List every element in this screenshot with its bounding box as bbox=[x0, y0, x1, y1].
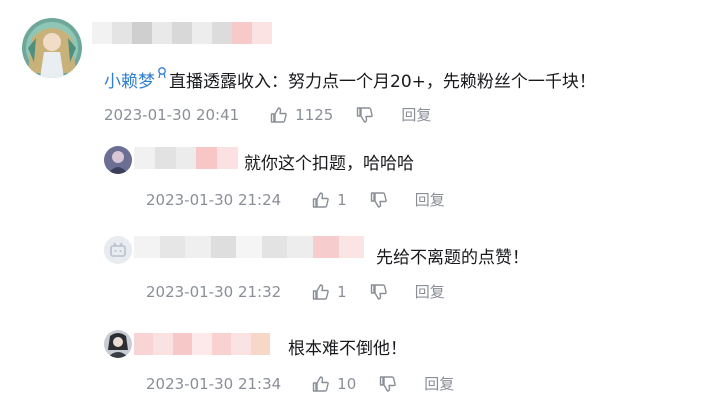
thumbs-up-icon bbox=[270, 106, 287, 123]
reply-2-avatar[interactable] bbox=[104, 236, 132, 264]
reply-2-content: 先给不离题的点赞！ bbox=[376, 248, 529, 268]
up-badge-icon bbox=[158, 67, 166, 79]
reply-3-dislike-button[interactable] bbox=[378, 374, 398, 394]
reply-1-dislike-button[interactable] bbox=[369, 190, 389, 210]
main-comment-meta: 2023-01-30 20:41 1125 回复 bbox=[104, 104, 431, 125]
avatar-image bbox=[104, 146, 132, 174]
reply-2-censored-username bbox=[134, 236, 365, 258]
reply-3-avatar[interactable] bbox=[104, 330, 132, 358]
main-comment-content: 直播透露收入：努力点一个月20+，先赖粉丝个一千块！ bbox=[169, 72, 596, 92]
main-avatar[interactable] bbox=[22, 18, 82, 78]
avatar-image bbox=[104, 330, 132, 358]
avatar-anime-girl-image bbox=[22, 18, 82, 78]
reply-3-reply-button[interactable]: 回复 bbox=[424, 373, 454, 394]
reply-2-like-count: 1 bbox=[337, 282, 347, 301]
reply-1-time: 2023-01-30 21:24 bbox=[146, 190, 282, 209]
reply-3-content: 根本难不倒他！ bbox=[288, 339, 407, 359]
main-like-count: 1125 bbox=[295, 105, 334, 124]
reply-1-like-count: 1 bbox=[337, 190, 347, 209]
main-dislike-button[interactable] bbox=[355, 105, 375, 125]
reply-1-content: 就你这个扣题，哈哈哈 bbox=[244, 154, 414, 174]
reply-3-like-count: 10 bbox=[337, 374, 357, 393]
reply-2-dislike-button[interactable] bbox=[369, 282, 389, 302]
thumbs-up-icon bbox=[312, 283, 329, 300]
main-reply-button[interactable]: 回复 bbox=[401, 104, 431, 125]
reply-2-reply-button[interactable]: 回复 bbox=[415, 281, 445, 302]
main-comment-censored-header bbox=[92, 22, 272, 44]
reply-2-time: 2023-01-30 21:32 bbox=[146, 282, 282, 301]
reply-3-censored-username bbox=[134, 333, 270, 355]
thumbs-up-icon bbox=[312, 191, 329, 208]
default-tv-avatar-icon bbox=[104, 236, 132, 264]
reply-2-like-button[interactable]: 1 bbox=[311, 282, 347, 302]
thumbs-down-icon bbox=[357, 106, 374, 123]
reply-2-meta: 2023-01-30 21:32 1 回复 bbox=[146, 281, 445, 302]
reply-1-censored-username bbox=[134, 147, 238, 169]
main-comment-line: 小赖梦 直播透露收入：努力点一个月20+，先赖粉丝个一千块！ bbox=[104, 67, 596, 92]
reply-1-meta: 2023-01-30 21:24 1 回复 bbox=[146, 189, 445, 210]
reply-1-avatar[interactable] bbox=[104, 146, 132, 174]
thumbs-down-icon bbox=[370, 191, 387, 208]
thumbs-down-icon bbox=[380, 375, 397, 392]
reply-3-meta: 2023-01-30 21:34 10 回复 bbox=[146, 373, 454, 394]
reply-1-reply-button[interactable]: 回复 bbox=[415, 189, 445, 210]
thumbs-down-icon bbox=[370, 283, 387, 300]
reply-3-time: 2023-01-30 21:34 bbox=[146, 374, 282, 393]
reply-3-like-button[interactable]: 10 bbox=[311, 374, 356, 394]
main-comment-time: 2023-01-30 20:41 bbox=[104, 105, 240, 124]
thumbs-up-icon bbox=[312, 375, 329, 392]
main-like-button[interactable]: 1125 bbox=[269, 105, 333, 125]
main-username[interactable]: 小赖梦 bbox=[104, 72, 155, 92]
reply-1-like-button[interactable]: 1 bbox=[311, 190, 347, 210]
